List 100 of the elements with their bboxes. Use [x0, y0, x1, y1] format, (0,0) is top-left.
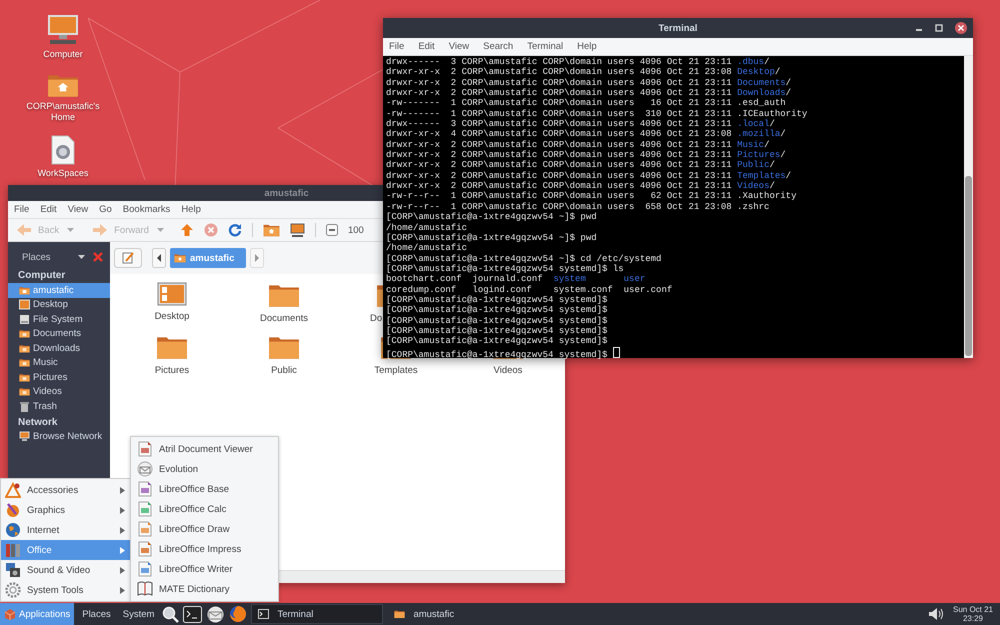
sidebar-item[interactable]: Downloads — [8, 341, 110, 356]
sidebar-item[interactable]: File System — [8, 312, 110, 326]
terminal-line: drwxr-xr-x 2 CORP\amustafic CORP\domain users 4096 Oct 21 23:11 Music/ — [386, 140, 770, 150]
menu-item[interactable]: LibreOffice Base — [131, 479, 278, 499]
menu-item[interactable]: Edit — [418, 41, 435, 52]
menu-item[interactable]: LibreOffice Calc — [131, 499, 278, 519]
menu-item[interactable]: MATE Dictionary — [131, 579, 278, 599]
taskbar-button[interactable]: Terminal — [251, 604, 384, 624]
zoom-level: 100 — [348, 224, 364, 236]
terminal-line: [CORP\amustafic@a-1xtre4gqzwv54 ~]$ cd /etc/systemd — [386, 254, 662, 264]
sidebar-item[interactable]: Music — [8, 356, 110, 370]
document-icon — [137, 481, 153, 497]
desktop-icon-label[interactable]: CORP\amustafic's Home — [24, 101, 102, 123]
file-label[interactable]: Public — [271, 365, 297, 376]
document-icon — [137, 561, 153, 577]
folder-icon — [19, 386, 30, 398]
tools-icon — [5, 482, 21, 498]
document-icon — [137, 441, 153, 457]
up-arrow-icon[interactable] — [180, 223, 194, 237]
sidebar-item[interactable]: Browse Network — [8, 430, 110, 444]
menu-item[interactable]: Evolution — [131, 459, 278, 479]
menu-item[interactable]: Graphics — [1, 500, 131, 520]
network-icon — [19, 431, 30, 442]
search-icon[interactable] — [162, 606, 180, 622]
volume-icon[interactable] — [928, 606, 944, 622]
menu-item[interactable]: View — [448, 41, 470, 52]
sidebar-item[interactable]: Trash — [8, 399, 110, 414]
submenu-arrow-icon — [120, 486, 125, 494]
submenu-arrow-icon — [120, 506, 125, 514]
clock[interactable]: Sun Oct 21 23:29 — [948, 605, 1000, 623]
right-arrow-icon — [92, 223, 108, 237]
desktop-icon-label[interactable]: WorkSpaces — [24, 168, 102, 179]
file-label[interactable]: Templates — [374, 365, 418, 376]
submenu-arrow-icon — [120, 546, 125, 554]
terminal-icon[interactable] — [183, 606, 202, 622]
folder-icon — [19, 372, 30, 383]
folder-icon — [19, 328, 30, 340]
menu-item[interactable]: File — [14, 204, 30, 215]
menu-item[interactable]: LibreOffice Writer — [131, 559, 278, 579]
panel-menu[interactable]: Places — [78, 603, 115, 625]
envelope-icon[interactable] — [206, 606, 226, 622]
drive-icon — [19, 314, 30, 325]
close-icon[interactable] — [955, 22, 967, 34]
browser-icon[interactable] — [229, 605, 248, 623]
menu-item[interactable]: LibreOffice Draw — [131, 519, 278, 539]
zoom-out-icon[interactable] — [326, 224, 338, 236]
panel-menu[interactable]: System — [118, 603, 158, 625]
menu-item[interactable]: Help — [181, 204, 201, 215]
terminal-line: bootchart.conf journald.conf system user — [386, 274, 646, 285]
menu-item[interactable]: Terminal — [527, 41, 564, 52]
folder-icon — [19, 284, 30, 296]
terminal-line: [CORP\amustafic@a-1xtre4gqzwv54 ~]$ pwd — [386, 232, 598, 244]
desktop-folder-icon[interactable] — [157, 282, 187, 306]
menu-item[interactable]: Bookmarks — [122, 204, 170, 215]
terminal-line: [CORP\amustafic@a-1xtre4gqzwv54 systemd]$ — [386, 336, 608, 347]
terminal-line: -rw-r--r-- 1 CORP\amustafic CORP\domain users 658 Oct 21 23:08 .zshrc — [386, 202, 770, 212]
terminal-line: -rw-r--r-- 1 CORP\amustafic CORP\domain users 62 Oct 21 23:11 .Xauthority — [386, 191, 798, 202]
desktop-icon — [19, 299, 30, 310]
menu-item[interactable]: LibreOffice Impress — [131, 539, 278, 559]
file-label[interactable]: Documents — [260, 313, 308, 324]
window-title: amustafic — [264, 188, 309, 198]
menu-item[interactable]: File — [389, 41, 404, 52]
menu-item[interactable]: Accessories — [1, 480, 131, 500]
computer-icon[interactable] — [290, 222, 305, 238]
palette-icon — [5, 502, 21, 518]
home-folder-icon[interactable] — [262, 223, 280, 237]
menu-item[interactable]: Internet — [1, 520, 131, 540]
menu-item[interactable]: Search — [483, 41, 514, 52]
menu-item[interactable]: Help — [577, 41, 597, 52]
document-icon — [137, 521, 153, 537]
terminal-line: drwxr-xr-x 4 CORP\amustafic CORP\domain users 4096 Oct 21 23:08 .mozilla/ — [386, 129, 787, 140]
sidebar-item[interactable]: Videos — [8, 384, 110, 399]
sidebar-item[interactable]: Desktop — [8, 298, 110, 312]
document-icon[interactable] — [50, 135, 76, 165]
computer-icon[interactable] — [46, 14, 80, 46]
home-folder-icon — [174, 253, 186, 263]
terminal-line: drwxr-xr-x 2 CORP\amustafic CORP\domain users 4096 Oct 21 23:11 Videos/ — [386, 181, 776, 192]
terminal-line: drwxr-xr-x 2 CORP\amustafic CORP\domain users 4096 Oct 21 23:11 Pictures/ — [386, 150, 787, 160]
maximize-icon[interactable] — [935, 24, 943, 32]
sidebar-item[interactable]: Pictures — [8, 370, 110, 384]
document-icon — [137, 501, 153, 517]
dropdown-caret-icon[interactable] — [78, 255, 85, 259]
edit-location-icon[interactable] — [114, 248, 142, 268]
taskbar-button[interactable]: amustafic — [387, 604, 520, 624]
menu-item[interactable]: Edit — [40, 204, 57, 215]
terminal-line: drwxr-xr-x 2 CORP\amustafic CORP\domain users 4096 Oct 21 23:11 Documents/ — [386, 78, 792, 88]
menu-item[interactable]: View — [68, 204, 88, 215]
desktop-icon-label[interactable]: Computer — [24, 49, 102, 60]
menu-item[interactable]: System Tools — [1, 580, 131, 600]
file-label[interactable]: Pictures — [154, 365, 190, 376]
terminal-line: /home/amustafic — [386, 222, 468, 233]
file-label[interactable]: Do — [370, 313, 382, 324]
reload-icon[interactable] — [228, 223, 242, 237]
sidebar-item[interactable]: Documents — [8, 326, 110, 341]
menu-item[interactable]: Sound & Video — [1, 560, 131, 580]
file-label[interactable]: Desktop — [154, 311, 190, 322]
menu-item[interactable]: Atril Document Viewer — [131, 439, 278, 459]
scrollbar-thumb[interactable] — [965, 176, 972, 356]
menu-item[interactable]: Go — [99, 204, 112, 215]
file-label[interactable]: Videos — [494, 365, 522, 376]
